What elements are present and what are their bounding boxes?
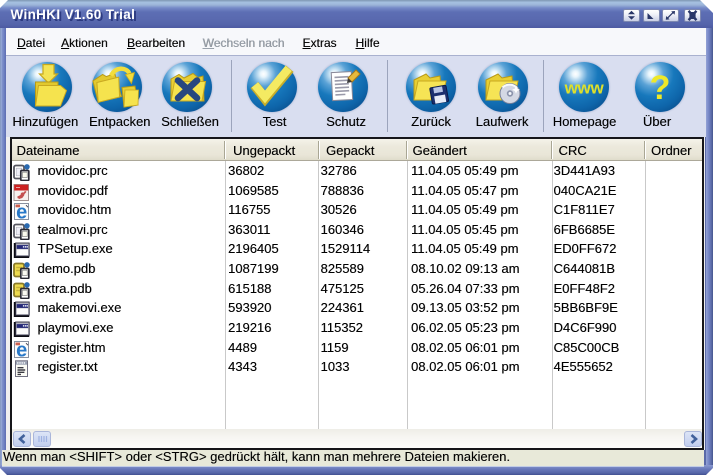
svg-text:e: e <box>16 341 27 358</box>
svg-text:e: e <box>16 203 27 220</box>
svg-text:www: www <box>564 79 605 98</box>
svg-text:?: ? <box>650 69 671 107</box>
